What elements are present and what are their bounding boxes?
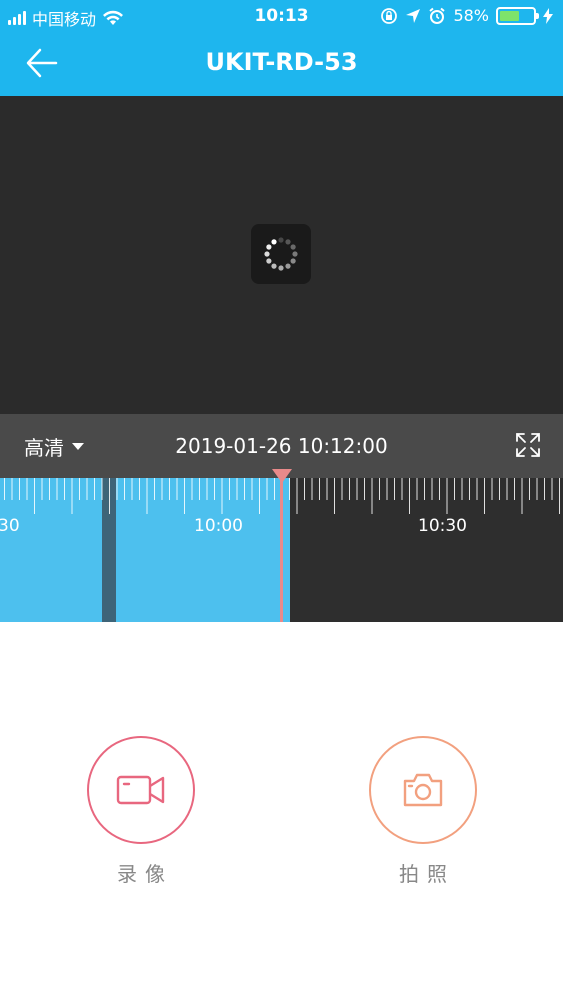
fullscreen-icon[interactable] [515,432,541,458]
playhead-marker-icon[interactable] [272,469,292,483]
record-button[interactable]: 录像 [87,736,195,887]
app-header: 中国移动 10:13 58% UKIT-RD-53 [0,0,563,96]
video-camera-icon [116,775,165,805]
timeline-tick-label: 10:30 [418,516,467,536]
action-panel: 录像 拍照 [0,622,563,1000]
charging-icon [543,7,553,24]
timeline-tick-label: 10:00 [194,516,243,536]
orientation-lock-icon [381,7,398,24]
playhead[interactable] [280,478,283,622]
loading-spinner-icon [251,224,311,284]
nav-bar: UKIT-RD-53 [0,32,563,96]
battery-percent: 58% [453,6,489,25]
location-icon [406,8,421,23]
photo-button[interactable]: 拍照 [369,736,477,887]
photo-button-circle [369,736,477,844]
photo-label: 拍照 [399,862,455,886]
playback-timeline[interactable]: 30 10:00 10:30 [0,478,563,622]
playback-datetime: 2019-01-26 10:12:00 [175,434,388,458]
camera-icon [403,773,443,807]
status-right: 58% [380,6,553,25]
page-title: UKIT-RD-53 [205,48,358,76]
timeline-tick-label: 30 [0,516,20,536]
alarm-icon [429,7,446,24]
battery-icon [496,6,539,25]
record-button-circle [87,736,195,844]
record-label: 录像 [117,862,173,886]
status-bar: 中国移动 10:13 58% [0,0,563,32]
video-player[interactable] [0,96,563,414]
